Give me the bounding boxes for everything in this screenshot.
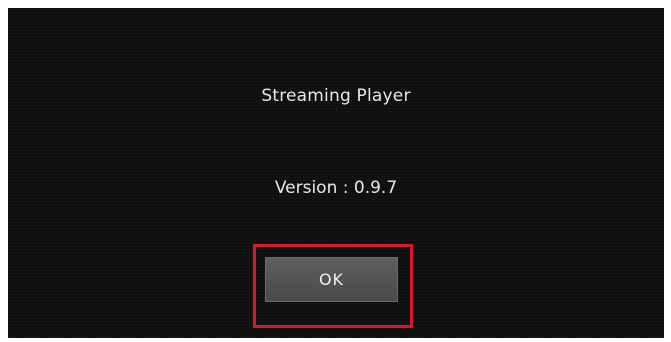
version-label: Version : 0.9.7 xyxy=(274,178,398,198)
about-dialog: Streaming Player Version : 0.9.7 OK xyxy=(8,8,664,338)
ok-button[interactable]: OK xyxy=(265,257,398,302)
app-title: Streaming Player xyxy=(261,86,411,106)
